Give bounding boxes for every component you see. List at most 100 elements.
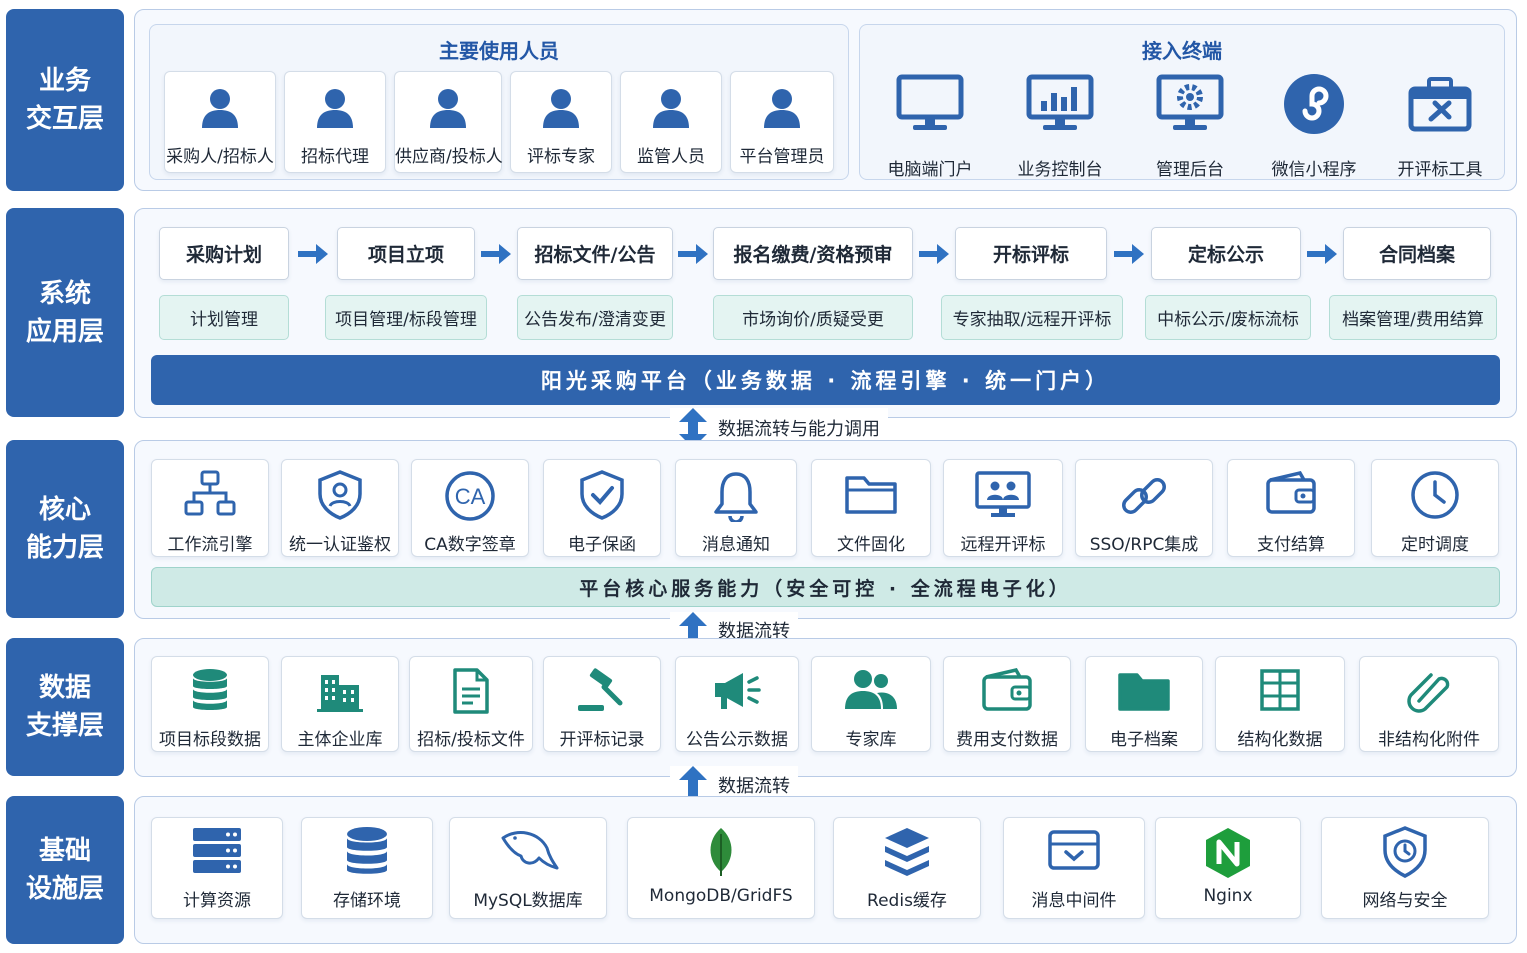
flow-stage: 合同档案 — [1343, 227, 1491, 280]
user-role-card-label: 供应商/投标人 — [395, 147, 503, 167]
user-role-card: 监管人员 — [620, 71, 722, 173]
flow-stage: 项目立项 — [337, 227, 475, 280]
platform-bar: 阳光采购平台（业务数据 · 流程引擎 · 统一门户） — [151, 355, 1500, 405]
wallet-icon — [944, 667, 1070, 713]
gavel-icon — [544, 667, 660, 713]
data-resource-card-label: 电子档案 — [1110, 730, 1178, 750]
wallet-icon — [1228, 470, 1354, 516]
data-resource-card: 招标/投标文件 — [409, 656, 533, 752]
core-capability-card: 支付结算 — [1227, 459, 1355, 557]
right-arrow-icon — [1307, 244, 1337, 264]
building-icon — [282, 667, 398, 713]
flow-stage: 报名缴费/资格预审 — [713, 227, 913, 280]
dolphin-icon — [450, 826, 606, 876]
infra-resource-card-label: MySQL数据库 — [473, 891, 583, 911]
core-capability-card-label: 文件固化 — [837, 535, 905, 555]
shield-clock-icon — [1322, 826, 1488, 878]
connector-label: 数据流转与能力调用 — [718, 419, 880, 440]
bell-icon — [676, 470, 796, 522]
data-resource-card: 开评标记录 — [543, 656, 661, 752]
terminal-item: 电脑端门户 — [866, 71, 994, 180]
dashboard-monitor-icon — [996, 73, 1124, 133]
layer-label-infra: 基础 设施层 — [6, 796, 124, 944]
flow-sub-function: 计划管理 — [159, 295, 289, 340]
database-icon — [152, 667, 268, 713]
data-resource-card: 非结构化附件 — [1359, 656, 1499, 752]
layer-label-interaction: 业务 交互层 — [6, 9, 124, 191]
core-capability-card: 定时调度 — [1371, 459, 1499, 557]
layer-label-core: 核心 能力层 — [6, 440, 124, 618]
remote-meeting-icon — [944, 470, 1062, 520]
data-resource-card-label: 招标/投标文件 — [417, 730, 525, 750]
data-resource-card-label: 结构化数据 — [1237, 730, 1323, 750]
user-role-card: 供应商/投标人 — [394, 71, 503, 173]
flow-stage: 招标文件/公告 — [517, 227, 673, 280]
core-bar: 平台核心服务能力（安全可控 · 全流程电子化） — [151, 567, 1500, 607]
infra-resource-card-label: MongoDB/GridFS — [649, 886, 793, 906]
infra-resource-card-label: Nginx — [1203, 886, 1253, 906]
infra-resource-card-label: 计算资源 — [183, 891, 251, 911]
core-capability-card: 工作流引擎 — [151, 459, 269, 557]
workflow-icon — [152, 470, 268, 518]
data-resource-card-label: 开评标记录 — [559, 730, 645, 750]
right-arrow-icon — [1114, 244, 1144, 264]
nginx-icon — [1156, 826, 1300, 880]
layer-label-application: 系统 应用层 — [6, 208, 124, 417]
people-icon — [812, 667, 930, 711]
svg-text:CA: CA — [455, 484, 486, 509]
users-title: 主要使用人员 — [439, 39, 559, 63]
layers-icon — [834, 826, 980, 876]
core-capability-card-label: CA数字签章 — [424, 535, 516, 555]
right-arrow-icon — [678, 244, 708, 264]
flow-sub-function: 市场询价/质疑受更 — [713, 295, 913, 340]
person-icon — [621, 86, 721, 130]
data-resource-card: 费用支付数据 — [943, 656, 1071, 752]
megaphone-icon — [676, 667, 798, 713]
terminal-label: 开评标工具 — [1397, 160, 1483, 180]
core-capability-card-label: 支付结算 — [1257, 535, 1325, 555]
infra-resource-card: 计算资源 — [151, 817, 283, 919]
right-arrow-icon — [481, 244, 511, 264]
data-resource-card-label: 公告公示数据 — [686, 730, 788, 750]
ca-badge-icon: CA — [412, 470, 528, 522]
terminals-title: 接入终端 — [1142, 39, 1222, 63]
terminal-item: 管理后台 — [1126, 71, 1254, 180]
clock-icon — [1372, 470, 1498, 520]
infra-resource-card: MySQL数据库 — [449, 817, 607, 919]
data-resource-card: 结构化数据 — [1215, 656, 1345, 752]
monitor-icon — [866, 73, 994, 133]
flow-sub-function: 档案管理/费用结算 — [1329, 295, 1497, 340]
data-resource-card: 主体企业库 — [281, 656, 399, 752]
user-role-card: 平台管理员 — [730, 71, 834, 173]
folder-icon — [1086, 667, 1202, 713]
interaction-panel: 主要使用人员 采购人/招标人 招标代理 供应商/投标人 评标专家 监管人员 平台管理员 接… — [134, 9, 1517, 191]
folder-icon — [812, 470, 930, 516]
user-role-card: 评标专家 — [510, 71, 612, 173]
terminal-item: 微信小程序 — [1250, 71, 1378, 180]
data-resource-card-label: 主体企业库 — [297, 730, 383, 750]
leaf-icon — [628, 826, 814, 878]
core-capability-card-label: 远程开评标 — [960, 535, 1046, 555]
data-resource-card-label: 专家库 — [845, 730, 897, 750]
core-capability-card-label: 统一认证鉴权 — [289, 535, 391, 555]
terminal-item: 开评标工具 — [1376, 71, 1504, 180]
data-resource-card-label: 费用支付数据 — [956, 730, 1058, 750]
database-icon — [302, 826, 432, 876]
infra-panel: 计算资源 存储环境 MySQL数据库 MongoDB/GridFS Redis缓存 消息中… — [134, 796, 1517, 944]
core-capability-card-label: 定时调度 — [1401, 535, 1469, 555]
link-icon — [1076, 470, 1212, 522]
terminal-label: 微信小程序 — [1271, 160, 1357, 180]
core-panel: 工作流引擎 统一认证鉴权 CA CA数字签章 电子保函 消息通知 文件固化 远程开评标 SSO/… — [134, 440, 1517, 619]
infra-resource-card: Nginx — [1155, 817, 1301, 919]
layer-label-data: 数据 支撑层 — [6, 638, 124, 776]
infra-resource-card: MongoDB/GridFS — [627, 817, 815, 919]
core-capability-card: 统一认证鉴权 — [281, 459, 399, 557]
core-capability-card: CA CA数字签章 — [411, 459, 529, 557]
infra-resource-card-label: 存储环境 — [333, 891, 401, 911]
infra-resource-card: 消息中间件 — [1003, 817, 1145, 919]
toolbox-icon — [1376, 73, 1504, 133]
infra-resource-card: 存储环境 — [301, 817, 433, 919]
core-capability-card-label: 电子保函 — [568, 535, 636, 555]
person-icon — [731, 86, 833, 130]
infra-resource-card-label: 网络与安全 — [1362, 891, 1448, 911]
